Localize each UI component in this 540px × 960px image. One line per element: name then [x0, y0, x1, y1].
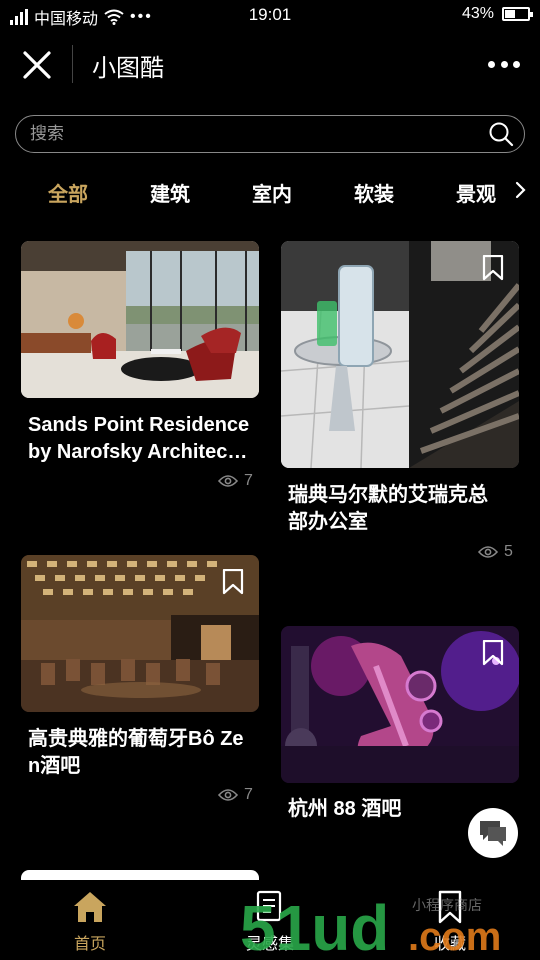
status-time: 19:01 — [248, 5, 292, 24]
card-title-line: by Narofsky Architec… — [28, 441, 248, 463]
dot-icon — [513, 60, 520, 68]
bottom-nav: 首页 灵感集 收藏 — [0, 880, 540, 960]
eye-icon — [478, 546, 498, 558]
bookmark-icon — [438, 890, 462, 924]
dot-icon — [500, 60, 508, 68]
header-divider — [72, 45, 73, 83]
view-count: 7 — [218, 472, 253, 490]
inspiration-icon — [256, 890, 282, 922]
card-title-line: Sands Point Residence — [28, 414, 250, 436]
more-options-button[interactable] — [488, 54, 520, 74]
card-title-line: 部办公室 — [288, 511, 368, 533]
card-image[interactable] — [21, 241, 259, 398]
nav-label: 收藏 — [433, 936, 466, 953]
view-count-value: 5 — [504, 543, 513, 560]
status-right: 43% — [461, 5, 533, 23]
chat-button[interactable] — [468, 808, 518, 858]
battery-icon — [502, 7, 533, 21]
card-title-line: 高贵典雅的葡萄牙Bô Ze — [28, 728, 244, 750]
nav-label: 首页 — [73, 936, 106, 953]
view-count: 5 — [478, 543, 513, 561]
tab-soft-furnishing[interactable]: 软装 — [354, 178, 394, 207]
tab-interior[interactable]: 室内 — [252, 178, 292, 207]
tab-landscape[interactable]: 景观 — [456, 178, 496, 207]
dot-icon — [488, 60, 495, 68]
card-title-line: 杭州 88 酒吧 — [288, 798, 402, 820]
living-room-photo — [21, 241, 259, 398]
card-title[interactable]: 瑞典马尔默的艾瑞克总 部办公室 — [288, 482, 520, 536]
card-title-line: n酒吧 — [28, 755, 81, 777]
tab-architecture[interactable]: 建筑 — [150, 178, 190, 207]
search-icon[interactable] — [488, 121, 514, 147]
bookmark-icon[interactable] — [482, 640, 504, 666]
nav-favorites[interactable]: 收藏 — [390, 890, 510, 954]
card-title[interactable]: 高贵典雅的葡萄牙Bô Ze n酒吧 — [28, 726, 260, 780]
card-title-line: 瑞典马尔默的艾瑞克总 — [288, 484, 488, 506]
card-title[interactable]: Sands Point Residence by Narofsky Archit… — [28, 412, 260, 466]
status-bar: 中国移动 ••• 19:01 43% — [0, 0, 540, 30]
chat-bubble-icon — [480, 821, 506, 846]
eye-icon — [218, 789, 238, 801]
header: 小图酷 — [0, 30, 540, 100]
view-count-value: 7 — [244, 786, 253, 803]
chevron-right-icon[interactable] — [514, 180, 528, 200]
nav-label: 灵感集 — [245, 936, 294, 953]
page-title: 小图酷 — [92, 55, 164, 82]
bookmark-icon[interactable] — [482, 255, 504, 281]
bookmark-icon[interactable] — [222, 569, 244, 595]
eye-icon — [218, 475, 238, 487]
search-input[interactable] — [30, 116, 490, 151]
tab-all[interactable]: 全部 — [48, 178, 88, 207]
home-icon — [74, 892, 106, 922]
category-tabs: 全部 建筑 室内 软装 景观 — [0, 170, 540, 210]
close-icon[interactable] — [20, 48, 54, 82]
card-title[interactable]: 杭州 88 酒吧 — [288, 796, 468, 823]
view-count-value: 7 — [244, 472, 253, 489]
battery-fill — [505, 10, 516, 18]
nav-inspiration[interactable]: 灵感集 — [210, 890, 330, 954]
nav-home[interactable]: 首页 — [30, 890, 150, 954]
battery-percent: 43% — [461, 5, 494, 22]
search-bar — [15, 115, 525, 153]
view-count: 7 — [218, 786, 253, 804]
